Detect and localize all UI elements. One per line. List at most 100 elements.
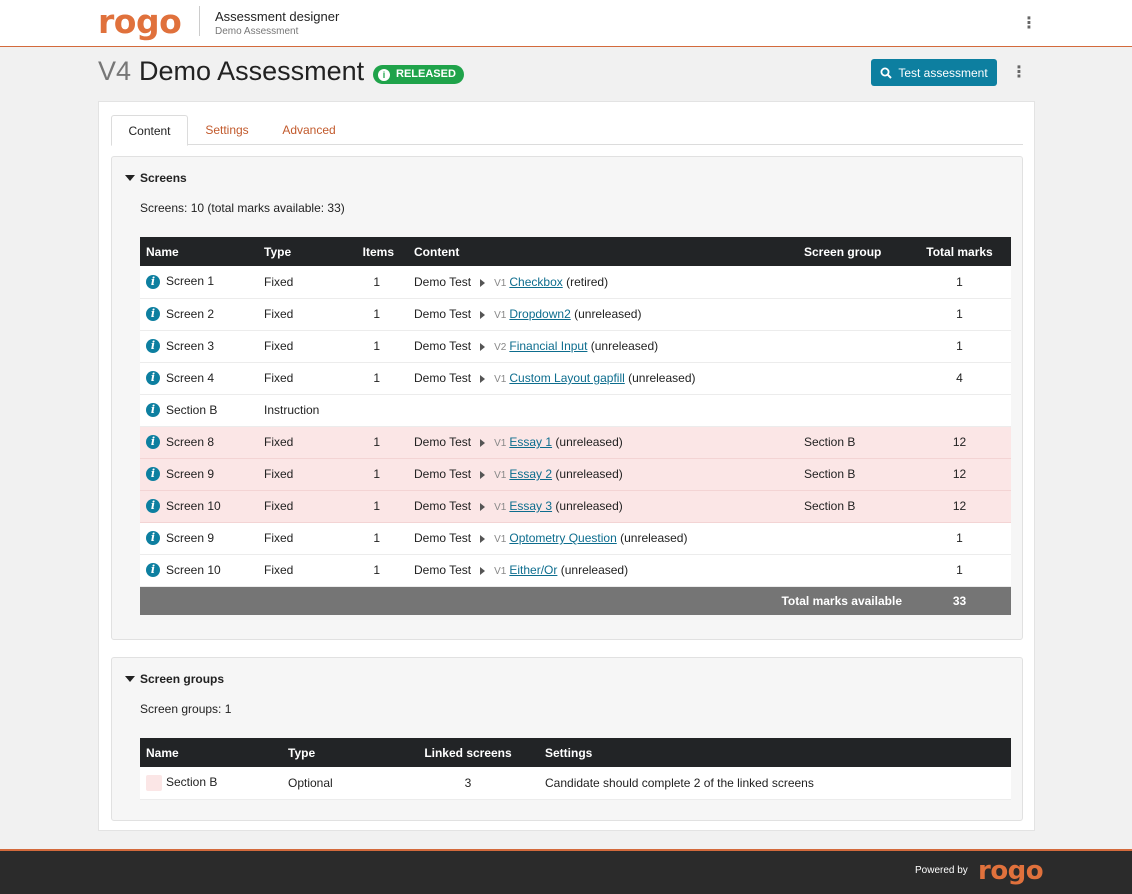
item-link[interactable]: Either/Or	[509, 563, 557, 577]
item-link[interactable]: Essay 1	[509, 435, 552, 449]
item-state: (unreleased)	[628, 371, 696, 385]
col-group-type[interactable]: Type	[282, 738, 397, 767]
col-linked-screens[interactable]: Linked screens	[397, 738, 539, 767]
screen-content: Demo Test V1 Dropdown2 (unreleased)	[408, 298, 798, 331]
screen-type: Fixed	[258, 490, 338, 523]
item-version: V1	[494, 534, 507, 545]
screen-items: 1	[338, 554, 408, 587]
screen-groups-toggle[interactable]: Screen groups	[125, 672, 224, 686]
table-row[interactable]: i Screen 9 Fixed 1 Demo Test V1 Essay 2 (unrel…	[140, 458, 1011, 491]
item-link[interactable]: Checkbox	[509, 275, 562, 289]
item-link[interactable]: Custom Layout gapfill	[509, 371, 624, 385]
screen-marks	[908, 394, 1011, 427]
info-icon[interactable]: i	[146, 499, 160, 514]
table-row[interactable]: i Screen 10 Fixed 1 Demo Test V1 Essay 3 (unre…	[140, 490, 1011, 523]
screen-marks: 12	[908, 458, 1011, 491]
screen-group	[798, 394, 908, 427]
table-row[interactable]: i Screen 10 Fixed 1 Demo Test V1 Either/Or (un…	[140, 554, 1011, 587]
expand-arrow-icon[interactable]	[480, 566, 486, 575]
item-version: V1	[494, 566, 507, 577]
header-menu-kebab-icon[interactable]: ⋮	[1021, 15, 1037, 33]
expand-arrow-icon[interactable]	[480, 438, 486, 447]
screen-name-cell: i Screen 8	[140, 426, 258, 459]
item-link[interactable]: Dropdown2	[509, 307, 570, 321]
screen-type: Fixed	[258, 458, 338, 491]
col-type[interactable]: Type	[258, 237, 338, 266]
col-total-marks[interactable]: Total marks	[908, 237, 1011, 266]
expand-arrow-icon[interactable]	[480, 310, 486, 319]
table-row[interactable]: i Section B Instruction	[140, 394, 1011, 427]
content-prefix: Demo Test	[414, 274, 472, 289]
expand-arrow-icon[interactable]	[480, 278, 486, 287]
screen-marks: 12	[908, 426, 1011, 459]
col-items[interactable]: Items	[338, 237, 408, 266]
screen-name: Screen 3	[166, 338, 215, 353]
screen-group	[798, 554, 908, 587]
test-assessment-button[interactable]: Test assessment	[871, 59, 997, 86]
main-card: Content Settings Advanced Screens Screen…	[98, 101, 1035, 831]
screen-group: Section B	[798, 458, 908, 491]
item-link[interactable]: Optometry Question	[509, 531, 616, 545]
table-row[interactable]: Section B Optional 3 Candidate should co…	[140, 767, 1011, 800]
tab-settings[interactable]: Settings	[199, 115, 255, 145]
screen-name: Screen 10	[166, 562, 221, 577]
info-icon[interactable]: i	[146, 435, 160, 450]
expand-arrow-icon[interactable]	[480, 374, 486, 383]
item-link[interactable]: Essay 2	[509, 467, 552, 481]
info-icon[interactable]: i	[146, 339, 160, 354]
screen-name-cell: i Screen 3	[140, 330, 258, 363]
info-icon[interactable]: i	[146, 275, 160, 290]
screens-table: Name Type Items Content Screen group Tot…	[140, 237, 1011, 615]
content-prefix: Demo Test	[414, 307, 472, 321]
table-row[interactable]: i Screen 4 Fixed 1 Demo Test V1 Custom Layout …	[140, 362, 1011, 395]
table-row[interactable]: i Screen 2 Fixed 1 Demo Test V1 Dropdown2 (unr…	[140, 298, 1011, 331]
total-marks-value: 33	[908, 586, 1011, 615]
item-state: (unreleased)	[555, 499, 623, 513]
table-row[interactable]: i Screen 3 Fixed 1 Demo Test V2 Financial Inpu…	[140, 330, 1011, 363]
info-icon[interactable]: i	[146, 467, 160, 482]
screens-toggle[interactable]: Screens	[125, 171, 187, 185]
expand-arrow-icon[interactable]	[480, 502, 486, 511]
item-version: V1	[494, 310, 507, 321]
item-version: V1	[494, 277, 507, 289]
info-icon[interactable]: i	[146, 371, 160, 386]
table-row[interactable]: i Screen 1 Fixed 1 Demo Test V1 Checkbox (reti…	[140, 266, 1011, 299]
screen-name: Screen 4	[166, 370, 215, 385]
screen-type: Fixed	[258, 330, 338, 363]
screen-groups-section: Screen groups Screen groups: 1 Name Type…	[111, 657, 1023, 821]
version-label: V4	[98, 56, 132, 86]
content-prefix: Demo Test	[414, 371, 472, 385]
col-screen-group[interactable]: Screen group	[798, 237, 908, 266]
screen-name-cell: i Screen 9	[140, 458, 258, 491]
screen-marks: 1	[908, 266, 1011, 299]
expand-arrow-icon[interactable]	[480, 534, 486, 543]
screen-name: Screen 9	[166, 530, 215, 545]
col-content[interactable]: Content	[408, 237, 798, 266]
tab-content[interactable]: Content	[111, 115, 188, 146]
table-row[interactable]: i Screen 9 Fixed 1 Demo Test V1 Optometry Ques…	[140, 522, 1011, 555]
rogo-logo[interactable]: rogo	[98, 2, 182, 42]
page-menu-kebab-icon[interactable]: ⋮	[1011, 64, 1027, 82]
tab-advanced[interactable]: Advanced	[277, 115, 341, 145]
item-link[interactable]: Essay 3	[509, 499, 552, 513]
col-group-name[interactable]: Name	[140, 738, 282, 767]
screen-items: 1	[338, 458, 408, 491]
screen-marks: 1	[908, 554, 1011, 587]
app-subtitle: Demo Assessment	[215, 26, 299, 37]
search-icon	[880, 67, 893, 79]
tab-bar: Content Settings Advanced	[111, 115, 1023, 146]
app-title: Assessment designer	[215, 9, 340, 24]
item-state: (unreleased)	[555, 467, 623, 481]
screen-marks: 1	[908, 298, 1011, 331]
col-name[interactable]: Name	[140, 237, 258, 266]
expand-arrow-icon[interactable]	[480, 342, 486, 351]
item-state: (retired)	[566, 274, 609, 289]
info-icon[interactable]: i	[146, 403, 160, 418]
col-group-settings[interactable]: Settings	[539, 738, 1011, 767]
expand-arrow-icon[interactable]	[480, 470, 486, 479]
info-icon[interactable]: i	[146, 531, 160, 546]
item-link[interactable]: Financial Input	[509, 339, 587, 353]
table-row[interactable]: i Screen 8 Fixed 1 Demo Test V1 Essay 1 (unrel…	[140, 426, 1011, 459]
info-icon[interactable]: i	[146, 563, 160, 578]
info-icon[interactable]: i	[146, 307, 160, 322]
